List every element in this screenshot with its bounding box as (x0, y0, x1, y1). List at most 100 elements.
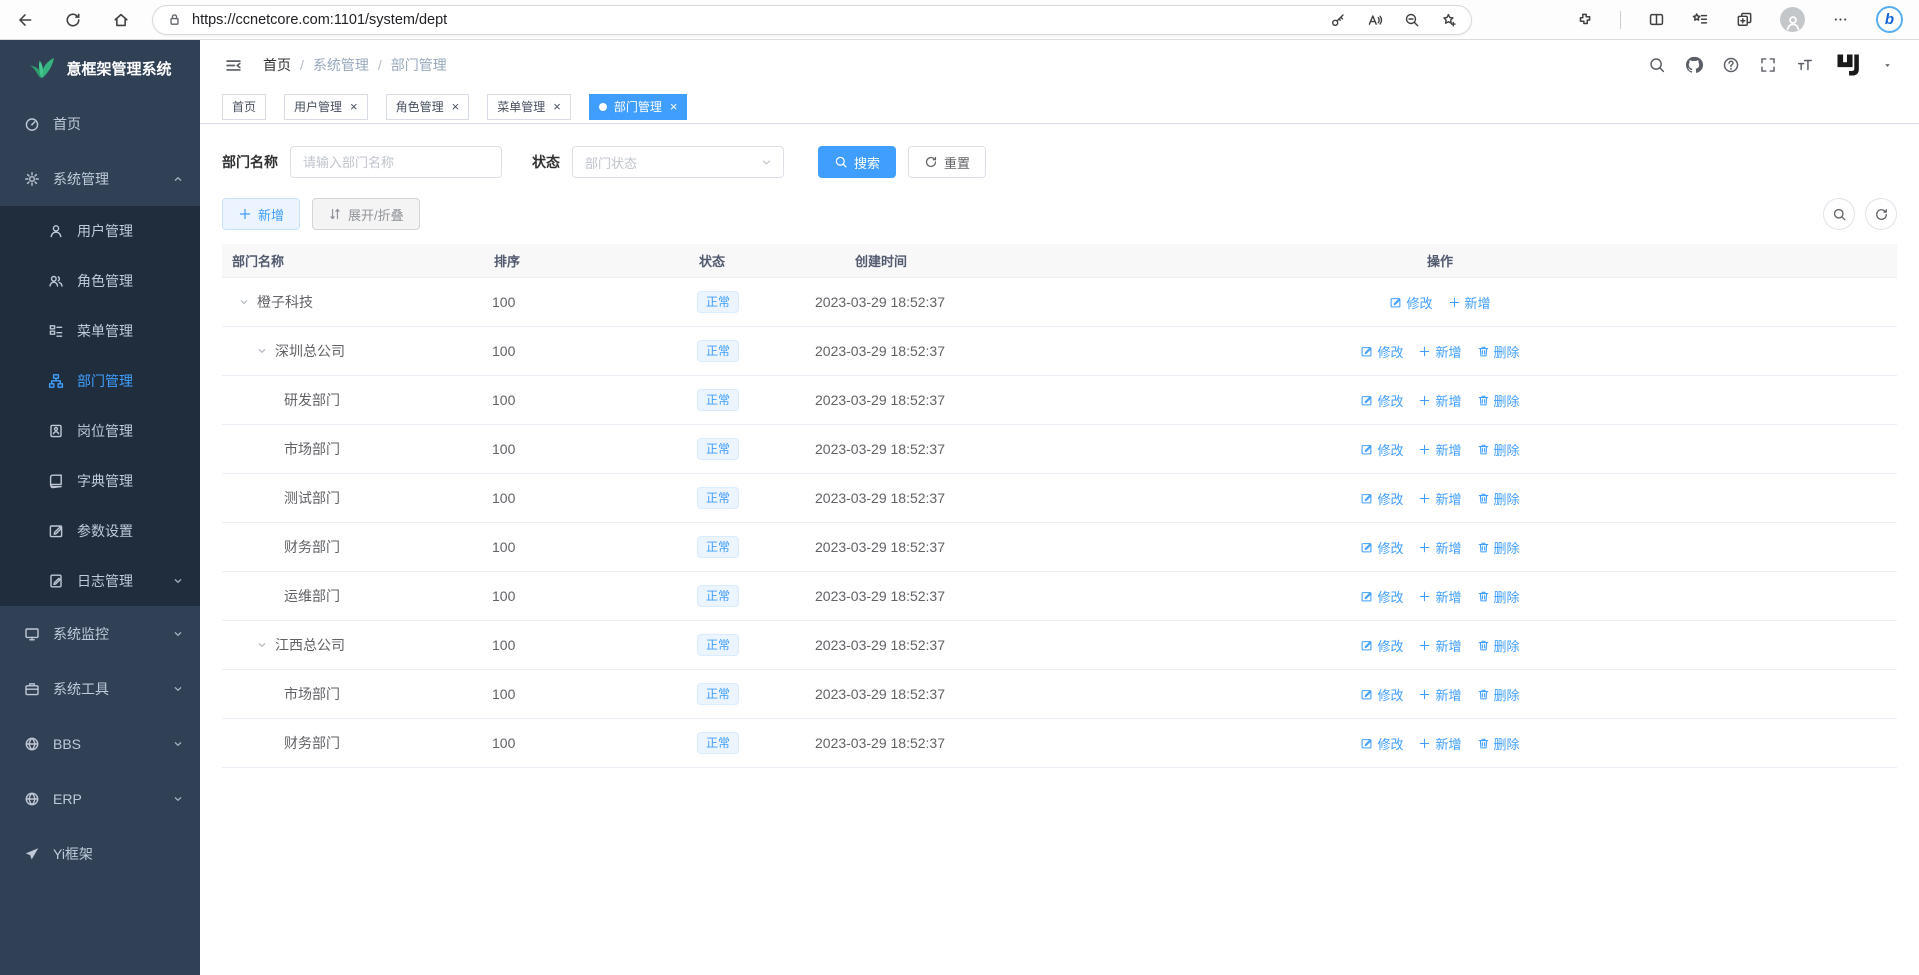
key-icon[interactable] (1330, 12, 1346, 28)
op-delete-link[interactable]: 删除 (1477, 489, 1520, 508)
op-edit-link[interactable]: 修改 (1360, 391, 1403, 410)
search-icon[interactable] (1648, 56, 1666, 74)
sidebar-item-system-mgmt[interactable]: 系统管理 (0, 151, 200, 206)
caret-down-icon[interactable] (1882, 60, 1893, 71)
op-add-link[interactable]: 新增 (1418, 685, 1461, 704)
op-add-link[interactable]: 新增 (1418, 489, 1461, 508)
user-avatar[interactable] (1833, 50, 1863, 80)
op-add-link[interactable]: 新增 (1418, 538, 1461, 557)
sidebar-item-bbs[interactable]: BBS (0, 716, 200, 771)
created-time: 2023-03-29 18:52:37 (815, 588, 1215, 604)
op-add-link[interactable]: 新增 (1418, 440, 1461, 459)
op-add-link[interactable]: 新增 (1418, 734, 1461, 753)
op-add-link[interactable]: 新增 (1418, 342, 1461, 361)
show-search-button[interactable] (1823, 198, 1855, 230)
tab-home[interactable]: 首页 (222, 94, 266, 120)
sidebar-item-erp[interactable]: ERP (0, 771, 200, 826)
op-edit-link[interactable]: 修改 (1360, 538, 1403, 557)
zoom-out-icon[interactable] (1404, 12, 1420, 28)
dept-name: 橙子科技 (257, 292, 313, 312)
read-aloud-icon[interactable] (1367, 12, 1383, 28)
sidebar-item-system-monitor[interactable]: 系统监控 (0, 606, 200, 661)
status-cell: 正常 (697, 438, 815, 460)
chevron-down-icon (172, 575, 184, 587)
sidebar-item-system-tools[interactable]: 系统工具 (0, 661, 200, 716)
status-select[interactable]: 部门状态 (572, 146, 784, 178)
op-delete-link[interactable]: 删除 (1477, 342, 1520, 361)
close-icon[interactable]: × (553, 100, 561, 113)
chevron-down-icon[interactable] (256, 345, 268, 357)
reset-button[interactable]: 重置 (908, 146, 986, 178)
sidebar-item-home[interactable]: 首页 (0, 96, 200, 151)
close-icon[interactable]: × (670, 100, 678, 113)
help-icon[interactable] (1722, 56, 1740, 74)
profile-icon[interactable] (1780, 7, 1805, 32)
github-icon[interactable] (1685, 56, 1703, 74)
sidebar-item-dept-mgmt[interactable]: 部门管理 (0, 356, 200, 406)
expand-collapse-button[interactable]: 展开/折叠 (312, 198, 420, 230)
op-add-link[interactable]: 新增 (1418, 636, 1461, 655)
breadcrumb-item[interactable]: 首页 (263, 55, 291, 75)
op-edit-link[interactable]: 修改 (1360, 342, 1403, 361)
refresh-icon[interactable] (64, 11, 82, 29)
collapse-sidebar-icon[interactable] (224, 56, 243, 75)
sidebar-item-dict-mgmt[interactable]: 字典管理 (0, 456, 200, 506)
dept-name-label: 部门名称 (222, 152, 278, 172)
font-size-icon[interactable] (1796, 56, 1814, 74)
add-button[interactable]: 新增 (222, 198, 300, 230)
table-row: 市场部门100正常2023-03-29 18:52:37修改新增删除 (222, 670, 1897, 719)
favorite-add-icon[interactable] (1441, 12, 1457, 28)
op-edit-link[interactable]: 修改 (1360, 734, 1403, 753)
op-add-link[interactable]: 新增 (1448, 293, 1491, 312)
refresh-table-button[interactable] (1865, 198, 1897, 230)
sidebar-item-yi-framework[interactable]: Yi框架 (0, 826, 200, 881)
op-edit-link[interactable]: 修改 (1360, 685, 1403, 704)
op-delete-link[interactable]: 删除 (1477, 587, 1520, 606)
sidebar-item-post-mgmt[interactable]: 岗位管理 (0, 406, 200, 456)
op-edit-link[interactable]: 修改 (1360, 489, 1403, 508)
search-button[interactable]: 搜索 (818, 146, 896, 178)
tab-user-mgmt[interactable]: 用户管理× (284, 94, 368, 120)
status-cell: 正常 (697, 683, 815, 705)
sidebar-item-menu-mgmt[interactable]: 菜单管理 (0, 306, 200, 356)
op-edit-link[interactable]: 修改 (1389, 293, 1432, 312)
copilot-icon[interactable]: b (1876, 6, 1903, 33)
op-delete-link[interactable]: 删除 (1477, 734, 1520, 753)
more-options-icon[interactable] (1832, 11, 1849, 28)
op-edit-link[interactable]: 修改 (1360, 587, 1403, 606)
book-icon (48, 473, 64, 489)
op-delete-link[interactable]: 删除 (1477, 538, 1520, 557)
op-edit-link[interactable]: 修改 (1360, 636, 1403, 655)
dept-name-input[interactable] (290, 146, 502, 178)
op-delete-link[interactable]: 删除 (1477, 685, 1520, 704)
close-icon[interactable]: × (452, 100, 460, 113)
close-icon[interactable]: × (350, 100, 358, 113)
op-add-link[interactable]: 新增 (1418, 391, 1461, 410)
sidebar-item-log-mgmt[interactable]: 日志管理 (0, 556, 200, 606)
op-add-link[interactable]: 新增 (1418, 587, 1461, 606)
tab-dept-mgmt[interactable]: 部门管理× (589, 94, 688, 120)
page-content: 部门名称 状态 部门状态 搜索 重置 (200, 124, 1919, 975)
chevron-down-icon[interactable] (238, 296, 250, 308)
op-edit-link[interactable]: 修改 (1360, 440, 1403, 459)
sidebar-item-user-mgmt[interactable]: 用户管理 (0, 206, 200, 256)
op-delete-link[interactable]: 删除 (1477, 440, 1520, 459)
dept-name-cell: 深圳总公司 (222, 341, 492, 361)
sidebar-item-role-mgmt[interactable]: 角色管理 (0, 256, 200, 306)
back-icon[interactable] (16, 11, 34, 29)
op-delete-link[interactable]: 删除 (1477, 636, 1520, 655)
fullscreen-icon[interactable] (1759, 56, 1777, 74)
split-screen-icon[interactable] (1648, 11, 1665, 28)
collections-icon[interactable] (1692, 11, 1709, 28)
extensions-icon[interactable] (1576, 11, 1593, 28)
sidebar-item-param-settings[interactable]: 参数设置 (0, 506, 200, 556)
tab-menu-mgmt[interactable]: 菜单管理× (487, 94, 571, 120)
op-delete-link[interactable]: 删除 (1477, 391, 1520, 410)
address-bar[interactable]: https://ccnetcore.com:1101/system/dept (152, 5, 1472, 35)
sidebar-item-label: 角色管理 (77, 271, 184, 291)
home-icon[interactable] (112, 11, 130, 29)
tab-role-mgmt[interactable]: 角色管理× (386, 94, 470, 120)
tab-copy-icon[interactable] (1736, 11, 1753, 28)
chevron-down-icon[interactable] (256, 639, 268, 651)
breadcrumb-item[interactable]: 系统管理 (313, 55, 369, 75)
